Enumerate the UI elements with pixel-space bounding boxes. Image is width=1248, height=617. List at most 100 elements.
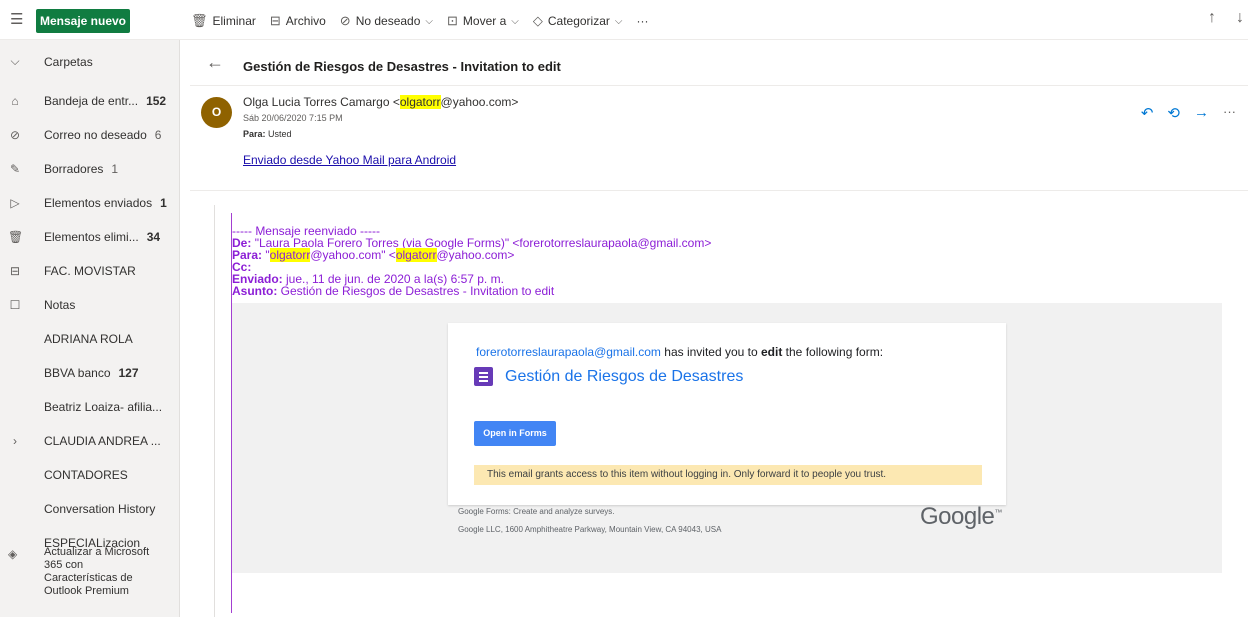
message-body: ----- Mensaje reenviado ----- De: "Laura… — [214, 205, 1248, 617]
to-mid: @yahoo.com" < — [310, 248, 396, 262]
sidebar-item-deleted[interactable]: 🗑 Elementos elimi... 34 — [0, 220, 179, 254]
more-actions-button[interactable]: ··· — [636, 14, 648, 28]
message-date: Sáb 20/06/2020 7:15 PM — [243, 113, 343, 123]
sidebar-item-label: CONTADORES — [44, 468, 128, 482]
arrow-down-icon[interactable]: ↓ — [1236, 9, 1244, 27]
form-link[interactable]: Gestión de Riesgos de Desastres — [474, 367, 743, 386]
trash-icon: 🗑 — [8, 230, 24, 244]
arrow-up-icon[interactable]: ↑ — [1208, 9, 1216, 27]
form-title[interactable]: Gestión de Riesgos de Desastres — [505, 368, 743, 386]
menu-icon[interactable]: ☰ — [10, 12, 23, 27]
message-actions: ↶ ⟲ → ··· — [1141, 104, 1236, 122]
forward-icon[interactable]: → — [1194, 104, 1209, 122]
delete-label: Eliminar — [212, 14, 256, 28]
folder-list: ⌂ Bandeja de entr... 152 ⊘ Correo no deseado… — [0, 84, 179, 560]
sidebar-item-beatriz-loaiza[interactable]: Beatriz Loaiza- afilia... — [0, 390, 179, 424]
pencil-icon: ✎ — [9, 162, 21, 176]
send-icon: ▷ — [10, 196, 20, 210]
footer-line: Google Forms: Create and analyze surveys… — [458, 507, 615, 516]
google-email-panel: forerotorreslaurapaola@gmail.com has inv… — [232, 303, 1222, 573]
top-bar: ☰ Mensaje nuevo 🗑 Eliminar ⊟ Archivo ⊘ No d… — [0, 0, 1248, 40]
invite-bold: edit — [761, 345, 783, 359]
sidebar-item-label: Correo no deseado — [44, 128, 147, 142]
message-nav: ↑ ↓ — [1208, 9, 1244, 27]
archive-button[interactable]: ⊟ Archivo — [270, 13, 326, 29]
trash-icon: 🗑 — [191, 13, 208, 28]
avatar[interactable]: O — [201, 97, 232, 128]
sidebar-item-label: CLAUDIA ANDREA ... — [44, 434, 161, 448]
back-arrow-icon[interactable]: ← — [206, 52, 224, 73]
unread-count: 152 — [146, 94, 167, 108]
sidebar-item-label: BBVA banco — [44, 366, 111, 380]
sidebar-item-label: Elementos elimi... — [44, 230, 139, 244]
upgrade-promo[interactable]: ◈ Actualizar a Microsoft 365 con Caracte… — [0, 546, 180, 598]
open-in-forms-button[interactable]: Open in Forms — [474, 421, 556, 446]
recipients: Para: Usted — [243, 129, 292, 139]
move-to-button[interactable]: ⊡ Mover a ⌵ — [447, 13, 519, 29]
more-icon[interactable]: ··· — [1223, 104, 1236, 122]
chevron-right-icon[interactable]: › — [8, 434, 22, 448]
chevron-down-icon[interactable]: ⌵ — [511, 16, 519, 27]
chevron-down-icon[interactable]: ⌵ — [615, 16, 623, 27]
to-quote: " — [265, 248, 270, 262]
sidebar-item-bbva-banco[interactable]: BBVA banco 127 — [0, 356, 179, 390]
block-icon: ⊘ — [339, 13, 351, 28]
sender-name: Olga Lucia Torres Camargo < — [243, 95, 400, 109]
subject-header: ← Gestión de Riesgos de Desastres - Invi… — [190, 40, 1248, 86]
chevron-down-icon[interactable]: ⌵ — [425, 16, 433, 27]
sidebar-item-label: Elementos enviados — [44, 196, 153, 210]
google-logo-text: Google — [920, 503, 995, 530]
google-forms-icon — [474, 367, 493, 386]
archive-icon: ⊟ — [269, 13, 281, 28]
sidebar-item-claudia-andrea[interactable]: › CLAUDIA ANDREA ... — [0, 424, 179, 458]
new-message-button[interactable]: Mensaje nuevo — [36, 9, 130, 33]
sidebar-item-sent[interactable]: ▷ Elementos enviados 1 — [0, 186, 179, 220]
junk-label: No deseado — [355, 14, 421, 28]
unread-count: 1 — [111, 162, 119, 176]
block-icon: ⊘ — [9, 128, 21, 142]
junk-button[interactable]: ⊘ No deseado ⌵ — [340, 13, 433, 29]
categorize-label: Categorizar — [547, 14, 610, 28]
sidebar-item-contadores[interactable]: CONTADORES — [0, 458, 179, 492]
upgrade-line: Outlook Premium — [44, 585, 129, 597]
inviter-email[interactable]: forerotorreslaurapaola@gmail.com — [476, 345, 661, 359]
sidebar-item-inbox[interactable]: ⌂ Bandeja de entr... 152 — [0, 84, 179, 118]
sidebar-item-conversation-history[interactable]: Conversation History — [0, 492, 179, 526]
sidebar-item-drafts[interactable]: ✎ Borradores 1 — [0, 152, 179, 186]
reply-icon[interactable]: ↶ — [1141, 104, 1154, 122]
folder-pane: ⌵ Carpetas ⌂ Bandeja de entr... 152 ⊘ Correo … — [0, 40, 180, 617]
archive-icon: ⊟ — [9, 264, 21, 278]
message-subject: Gestión de Riesgos de Desastres - Invita… — [243, 59, 561, 74]
sender-highlight: olgatorr — [399, 95, 441, 109]
reply-all-icon[interactable]: ⟲ — [1167, 104, 1180, 122]
sidebar-item-label: ADRIANA ROLA — [44, 332, 133, 346]
warning-banner: This email grants access to this item wi… — [474, 465, 982, 485]
sidebar-item-fac-movistar[interactable]: ⊟ FAC. MOVISTAR — [0, 254, 179, 288]
to-end: @yahoo.com> — [436, 248, 515, 262]
to-highlight: olgatorr — [269, 248, 311, 262]
sender[interactable]: Olga Lucia Torres Camargo <olgatorr@yaho… — [243, 95, 518, 109]
note-icon: ☐ — [9, 298, 21, 312]
reading-pane: ← Gestión de Riesgos de Desastres - Invi… — [190, 40, 1248, 617]
upgrade-line: 365 con — [44, 559, 84, 571]
chevron-down-icon[interactable]: ⌵ — [8, 54, 22, 69]
sidebar-item-notas[interactable]: ☐ Notas — [0, 288, 179, 322]
delete-button[interactable]: 🗑 Eliminar — [191, 13, 256, 29]
upgrade-line: Características de — [44, 572, 133, 584]
sidebar-item-junk[interactable]: ⊘ Correo no deseado 6 — [0, 118, 179, 152]
sidebar-item-label: Conversation History — [44, 502, 156, 516]
google-logo: Google™ — [920, 503, 1002, 530]
unread-count: 6 — [154, 128, 162, 142]
sent-from-link[interactable]: Enviado desde Yahoo Mail para Android — [243, 153, 456, 167]
categorize-button[interactable]: ◇ Categorizar ⌵ — [533, 13, 623, 29]
sidebar-item-label: Notas — [44, 298, 76, 312]
sidebar-item-adriana-rola[interactable]: ADRIANA ROLA — [0, 322, 179, 356]
folders-header[interactable]: ⌵ Carpetas — [0, 40, 179, 84]
sidebar-item-label: Bandeja de entr... — [44, 94, 139, 108]
upgrade-line: Actualizar a Microsoft — [44, 546, 150, 558]
unread-count: 34 — [146, 230, 161, 244]
unread-count: 127 — [118, 366, 139, 380]
to-highlight: olgatorr — [395, 248, 437, 262]
invite-text: forerotorreslaurapaola@gmail.com has inv… — [476, 345, 883, 359]
inbox-icon: ⌂ — [11, 94, 19, 108]
